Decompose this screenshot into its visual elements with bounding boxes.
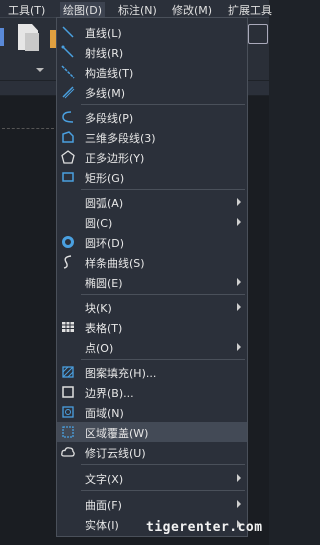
menu-item-donut[interactable]: 圆环(D) <box>57 232 247 252</box>
menu-item-block[interactable]: 块(K) <box>57 297 247 317</box>
wipeout-icon <box>62 426 74 438</box>
chevron-right-icon <box>237 500 241 508</box>
chevron-right-icon <box>237 278 241 286</box>
chevron-right-icon <box>237 303 241 311</box>
menu-item-surface[interactable]: 曲面(F) <box>57 494 247 514</box>
multiline-icon <box>62 86 75 99</box>
menu-separator <box>81 490 245 491</box>
chevron-right-icon <box>237 474 241 482</box>
menu-item-ellipse[interactable]: 椭圆(E) <box>57 272 247 292</box>
menu-item-revision-cloud[interactable]: 修订云线(U) <box>57 442 247 462</box>
construction-line-icon <box>61 65 75 79</box>
ray-icon <box>61 45 74 58</box>
boundary-icon <box>62 386 74 398</box>
ribbon-tool-right-icon[interactable] <box>248 24 268 44</box>
cloud-icon <box>61 447 75 457</box>
line-icon <box>62 26 74 38</box>
menu-modify[interactable]: 修改(M) <box>172 2 212 18</box>
menu-item-hatch[interactable]: 图案填充(H)... <box>57 362 247 382</box>
menu-item-line[interactable]: 直线(L) <box>57 22 247 42</box>
menu-bar: 工具(T) 绘图(D) 标注(N) 修改(M) 扩展工具 <box>0 0 272 18</box>
menu-item-polyline[interactable]: 多段线(P) <box>57 107 247 127</box>
menu-separator <box>81 464 245 465</box>
menu-item-rectangle[interactable]: 矩形(G) <box>57 167 247 187</box>
polygon-icon <box>61 150 75 164</box>
3d-polyline-icon <box>62 131 74 143</box>
table-icon <box>62 322 74 332</box>
region-icon <box>62 406 74 418</box>
menu-item-arc[interactable]: 圆弧(A) <box>57 192 247 212</box>
menu-item-region[interactable]: 面域(N) <box>57 402 247 422</box>
chevron-down-icon[interactable] <box>36 68 44 72</box>
menu-item-table[interactable]: 表格(T) <box>57 317 247 337</box>
menu-item-text[interactable]: 文字(X) <box>57 468 247 488</box>
menu-item-circle[interactable]: 圆(C) <box>57 212 247 232</box>
menu-item-wipeout[interactable]: 区域覆盖(W) <box>57 422 247 442</box>
canvas-divider <box>2 128 54 130</box>
chevron-right-icon <box>237 343 241 351</box>
donut-icon <box>62 236 74 248</box>
watermark-text: tigerenter.com <box>146 520 263 535</box>
menu-separator <box>81 294 245 295</box>
menu-tools[interactable]: 工具(T) <box>8 2 45 18</box>
menu-item-multiline[interactable]: 多线(M) <box>57 82 247 102</box>
rectangle-icon <box>62 172 74 182</box>
draw-dropdown-menu: 直线(L) 射线(R) 构造线(T) 多线(M) 多段线(P) 三维多段线(3)… <box>56 17 248 537</box>
spline-icon <box>63 255 72 269</box>
chevron-right-icon <box>237 218 241 226</box>
menu-item-point[interactable]: 点(O) <box>57 337 247 357</box>
chevron-right-icon <box>237 198 241 206</box>
menu-item-boundary[interactable]: 边界(B)... <box>57 382 247 402</box>
menu-item-polygon[interactable]: 正多边形(Y) <box>57 147 247 167</box>
menu-annotate[interactable]: 标注(N) <box>118 2 157 18</box>
menu-item-3d-polyline[interactable]: 三维多段线(3) <box>57 127 247 147</box>
menu-separator <box>81 359 245 360</box>
menu-separator <box>81 104 245 105</box>
hatch-icon <box>62 366 74 378</box>
menu-item-ray[interactable]: 射线(R) <box>57 42 247 62</box>
menu-draw[interactable]: 绘图(D) <box>60 2 106 18</box>
document-copy-icon <box>25 33 39 51</box>
polyline-icon <box>62 111 74 123</box>
menu-item-spline[interactable]: 样条曲线(S) <box>57 252 247 272</box>
menu-item-construction-line[interactable]: 构造线(T) <box>57 62 247 82</box>
ribbon-tool-icon[interactable] <box>0 28 4 46</box>
menu-extend-tools[interactable]: 扩展工具 <box>228 2 272 18</box>
menu-separator <box>81 189 245 190</box>
